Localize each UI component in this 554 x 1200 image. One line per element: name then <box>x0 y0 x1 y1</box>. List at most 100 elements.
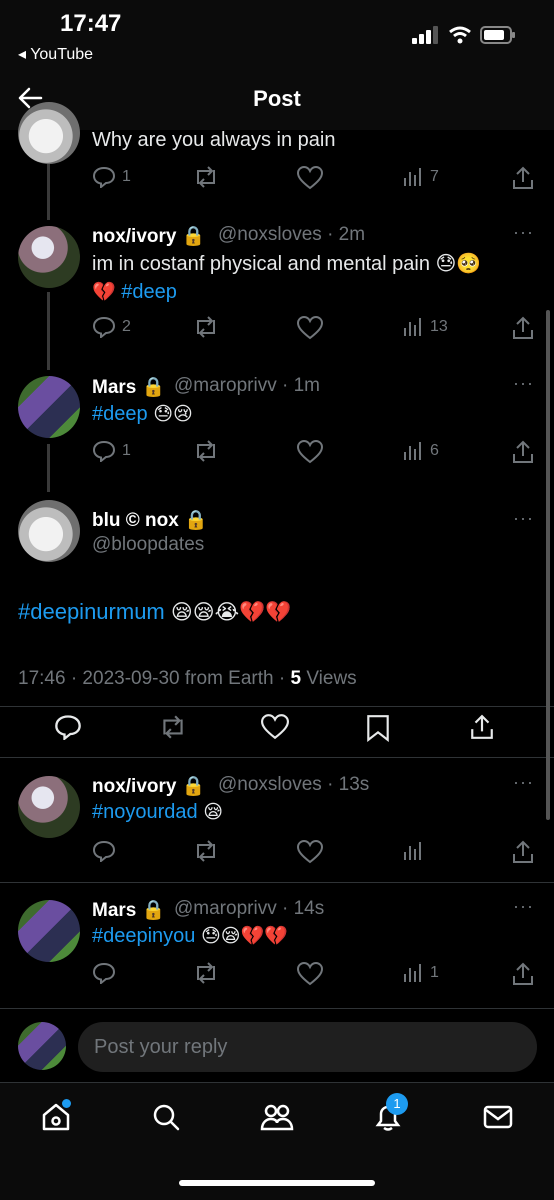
author-handle[interactable]: @noxsloves · 13s <box>218 774 369 796</box>
like-button[interactable] <box>297 440 323 464</box>
more-options-icon[interactable]: ··· <box>513 373 534 394</box>
views-button[interactable]: 7 <box>402 166 439 188</box>
repost-button[interactable] <box>192 316 220 338</box>
reply-button[interactable] <box>92 840 116 862</box>
reply-icon <box>92 166 116 188</box>
author-name[interactable]: blu © nox 🔒 <box>92 508 208 532</box>
thread-line <box>47 444 50 492</box>
more-options-icon[interactable]: ··· <box>513 772 534 793</box>
heart-icon <box>297 962 323 986</box>
heart-icon <box>297 166 323 190</box>
communities-icon <box>260 1104 294 1131</box>
share-button[interactable] <box>512 166 534 190</box>
top-header: Post <box>0 70 554 130</box>
lock-icon: 🔒 <box>141 377 166 398</box>
reply-count: 1 <box>122 442 131 459</box>
thread-line <box>47 162 50 220</box>
reply-button[interactable] <box>54 714 82 740</box>
status-clock: 17:47 <box>60 10 122 37</box>
avatar[interactable] <box>18 500 80 562</box>
author-handle[interactable]: @maroprivv · 14s <box>174 898 324 920</box>
reply-icon <box>92 440 116 462</box>
share-icon <box>513 962 533 985</box>
views-count: 6 <box>430 442 439 459</box>
lock-icon: 🔒 <box>181 226 206 247</box>
repost-button[interactable] <box>158 714 188 740</box>
author-name[interactable]: nox/ivory 🔒 <box>92 774 205 798</box>
avatar[interactable] <box>18 900 80 962</box>
reply-button[interactable]: 1 <box>92 166 131 188</box>
reply-icon <box>55 715 81 740</box>
views-count: 5 <box>290 668 302 689</box>
author-name[interactable]: Mars 🔒 <box>92 375 165 399</box>
tab-home[interactable] <box>40 1099 72 1138</box>
author-name[interactable]: Mars 🔒 <box>92 898 165 922</box>
author-name[interactable]: nox/ivory 🔒 <box>92 224 205 248</box>
share-button[interactable] <box>512 316 534 340</box>
repost-button[interactable] <box>192 440 220 462</box>
mail-icon <box>483 1105 513 1129</box>
views-button[interactable]: 1 <box>402 962 439 984</box>
back-to-app-link[interactable]: ◂ YouTube <box>18 44 93 64</box>
signal-icon <box>412 26 438 44</box>
tab-notifications[interactable]: 1 <box>372 1093 408 1138</box>
author-handle[interactable]: @maroprivv · 1m <box>174 375 320 397</box>
tab-communities[interactable] <box>260 1101 294 1138</box>
repost-icon <box>197 440 215 462</box>
repost-button[interactable] <box>192 962 220 984</box>
scrollbar[interactable] <box>546 310 550 820</box>
share-button[interactable] <box>512 440 534 464</box>
hashtag-link[interactable]: #deepinurmum <box>18 599 165 624</box>
like-button[interactable] <box>261 714 289 740</box>
share-button[interactable] <box>512 840 534 864</box>
tab-search[interactable] <box>150 1101 182 1138</box>
more-options-icon[interactable]: ··· <box>513 896 534 917</box>
hashtag-link[interactable]: #deepinyou <box>92 925 195 947</box>
heart-icon <box>297 316 323 340</box>
author-name-text: nox/ivory <box>92 776 177 797</box>
tab-messages[interactable] <box>482 1101 514 1138</box>
heart-icon <box>297 440 323 464</box>
reply-button[interactable]: 1 <box>92 440 131 462</box>
post-time: · 2m <box>327 224 366 245</box>
avatar[interactable] <box>18 226 80 288</box>
views-icon <box>404 964 421 982</box>
share-button[interactable] <box>470 714 494 740</box>
author-handle[interactable]: @noxsloves · 2m <box>218 224 365 246</box>
like-button[interactable] <box>297 316 323 340</box>
views-button[interactable] <box>402 840 424 862</box>
hashtag-link[interactable]: #deep <box>92 403 148 425</box>
avatar[interactable] <box>18 102 80 164</box>
post-timestamp: 17:46 · 2023-09-30 from Earth · <box>18 668 286 689</box>
more-options-icon[interactable]: ··· <box>513 222 534 243</box>
views-count: 13 <box>430 318 448 335</box>
share-icon <box>471 714 493 739</box>
like-button[interactable] <box>297 840 323 864</box>
handle-text: @maroprivv <box>174 375 277 396</box>
avatar[interactable] <box>18 376 80 438</box>
views-button[interactable]: 6 <box>402 440 439 462</box>
share-button[interactable] <box>512 962 534 986</box>
post-time: · 14s <box>281 898 325 919</box>
hashtag-link[interactable]: #deep <box>121 281 177 303</box>
share-icon <box>513 440 533 463</box>
lock-icon: 🔒 <box>181 776 206 797</box>
reply-button[interactable] <box>92 962 116 984</box>
post-text: #deepinyou 😓😪💔💔 <box>92 922 288 950</box>
post-text: im in costanf physical and mental pain 😓… <box>92 253 482 275</box>
reply-input[interactable] <box>78 1022 537 1072</box>
hashtag-link[interactable]: #noyourdad <box>92 801 198 823</box>
views-button[interactable]: 13 <box>402 316 448 338</box>
like-button[interactable] <box>297 166 323 190</box>
like-button[interactable] <box>297 962 323 986</box>
more-options-icon[interactable]: ··· <box>513 508 534 529</box>
reply-button[interactable]: 2 <box>92 316 131 338</box>
repost-button[interactable] <box>192 166 220 188</box>
own-avatar <box>18 1022 66 1070</box>
bookmark-button[interactable] <box>366 714 390 742</box>
avatar[interactable] <box>18 776 80 838</box>
repost-button[interactable] <box>192 840 220 862</box>
system-icons <box>412 26 516 44</box>
author-handle[interactable]: @bloopdates <box>92 534 204 556</box>
emoji: 😪 <box>203 801 224 823</box>
